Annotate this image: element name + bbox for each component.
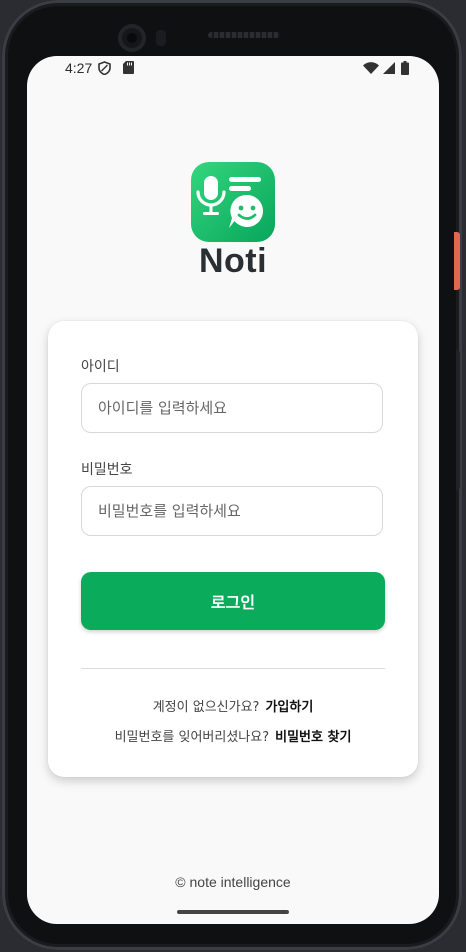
password-label: 비밀번호 xyxy=(81,462,133,478)
signup-link[interactable]: 가입하기 xyxy=(265,700,313,715)
home-indicator[interactable] xyxy=(177,910,289,914)
power-button xyxy=(454,232,460,290)
id-input[interactable] xyxy=(81,383,383,433)
signup-row: 계정이 없으신가요? 가입하기 xyxy=(48,696,418,715)
volume-button xyxy=(456,350,460,490)
password-input[interactable] xyxy=(81,486,383,536)
status-bar: 4:27 xyxy=(27,56,439,82)
app-screen: 4:27 Noti 아이디 아이디를 입력하세요 비밀번호 로그인 계정이 없으… xyxy=(27,56,439,924)
footer-copyright: © note intelligence xyxy=(175,874,291,890)
forgot-password-link[interactable]: 비밀번호 찾기 xyxy=(275,730,351,745)
divider xyxy=(81,668,385,669)
forgot-password-row: 비밀번호를 잊어버리셨나요? 비밀번호 찾기 xyxy=(48,726,418,745)
login-button[interactable]: 로그인 xyxy=(81,572,385,630)
status-time: 4:27 xyxy=(65,60,93,76)
cellular-signal-icon xyxy=(383,62,395,78)
shield-icon xyxy=(98,61,111,79)
wifi-icon xyxy=(363,62,379,78)
earpiece-speaker xyxy=(208,32,280,38)
app-name: Noti xyxy=(198,242,268,280)
app-logo-icon xyxy=(191,162,275,242)
login-card: 아이디 비밀번호 로그인 계정이 없으신가요? 가입하기 비밀번호를 잊어버리셨나… xyxy=(48,321,418,777)
battery-icon xyxy=(401,61,409,79)
sd-card-icon xyxy=(123,61,134,78)
signup-prompt: 계정이 없으신가요? xyxy=(152,700,260,715)
forgot-prompt: 비밀번호를 잊어버리셨나요? xyxy=(114,730,270,745)
id-label: 아이디 xyxy=(81,359,120,375)
front-camera xyxy=(118,24,146,52)
proximity-sensor xyxy=(156,30,166,46)
